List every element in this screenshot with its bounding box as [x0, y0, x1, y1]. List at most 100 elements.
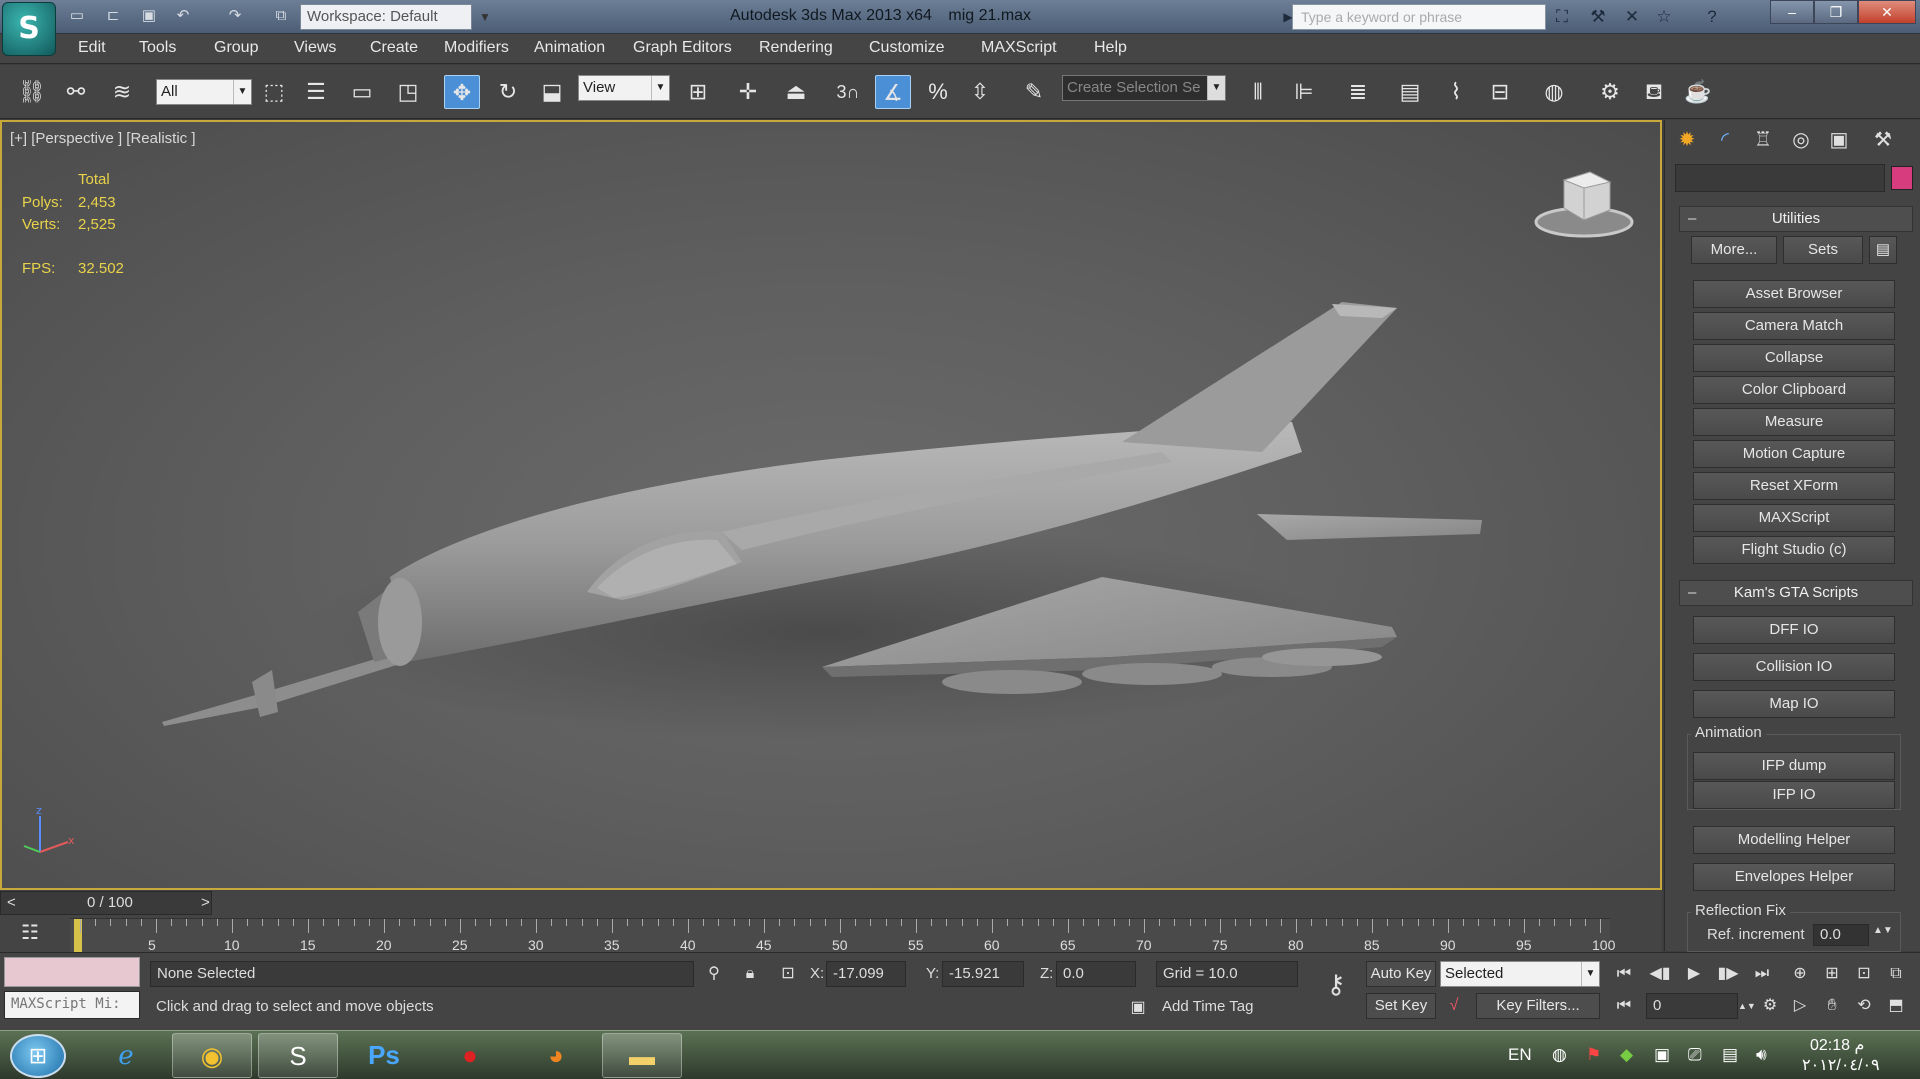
help-icon[interactable]: ? [1700, 6, 1724, 28]
unlink-icon[interactable]: ⚯ [58, 75, 94, 109]
internet-explorer-icon[interactable]: ℯ [86, 1033, 166, 1078]
previous-frame-icon[interactable]: ◀▮ [1646, 961, 1674, 987]
motion-capture-button[interactable]: Motion Capture [1693, 440, 1895, 468]
rendered-frame-window-icon[interactable]: ⛾ [1636, 75, 1672, 109]
menu-maxscript[interactable]: MAXScript [981, 39, 1057, 57]
time-slider-prev[interactable]: < [7, 894, 16, 911]
media-player-icon[interactable]: ● [430, 1033, 510, 1078]
camera-match-button[interactable]: Camera Match [1693, 312, 1895, 340]
select-and-move-icon[interactable]: ✥ [444, 75, 480, 109]
more-button[interactable]: More... [1691, 236, 1777, 264]
undo-icon[interactable]: ↶ [172, 6, 194, 26]
open-file-icon[interactable]: ⊏ [102, 6, 124, 26]
search-input[interactable]: Type a keyword or phrase [1292, 4, 1546, 30]
jet-fighter-model[interactable] [2, 122, 1660, 888]
frame-spinner-icon[interactable]: ▲▼ [1738, 993, 1756, 1019]
selection-filter-dropdown[interactable]: All ▼ [156, 79, 252, 105]
utilities-tab-icon[interactable]: ⚒ [1869, 126, 1897, 154]
dff-io-button[interactable]: DFF IO [1693, 616, 1895, 644]
minimize-button[interactable]: – [1770, 0, 1814, 24]
menu-help[interactable]: Help [1094, 39, 1127, 57]
chevron-down-icon[interactable]: ▼ [474, 4, 496, 30]
menu-animation[interactable]: Animation [534, 39, 605, 57]
zoom-extents-all-icon[interactable]: ⧉ [1882, 961, 1910, 987]
flight-studio-button[interactable]: Flight Studio (c) [1693, 536, 1895, 564]
object-color-swatch[interactable] [1891, 166, 1913, 190]
align-icon[interactable]: ⊫ [1286, 75, 1322, 109]
collapse-button[interactable]: Collapse [1693, 344, 1895, 372]
mirror-icon[interactable]: ⫴ [1240, 75, 1276, 109]
zoom-icon[interactable]: ⊕ [1786, 961, 1814, 987]
3ds-max-taskbar-icon[interactable]: S [258, 1033, 338, 1078]
key-icon[interactable]: ⚷ [1316, 971, 1356, 997]
save-file-icon[interactable]: ▣ [138, 6, 160, 26]
named-selection-dropdown[interactable]: Create Selection Se ▼ [1062, 75, 1226, 101]
display-tab-icon[interactable]: ▣ [1825, 126, 1853, 154]
menu-customize[interactable]: Customize [869, 39, 945, 57]
menu-views[interactable]: Views [294, 39, 336, 57]
nvidia-icon[interactable]: ◆ [1620, 1045, 1633, 1065]
photoshop-icon[interactable]: Ps [344, 1033, 424, 1078]
modelling-helper-button[interactable]: Modelling Helper [1693, 826, 1895, 854]
ref-increment-input[interactable]: 0.0 [1813, 924, 1869, 946]
menu-rendering[interactable]: Rendering [759, 39, 833, 57]
network-globe-icon[interactable]: ◍ [1552, 1045, 1567, 1065]
add-time-tag[interactable]: Add Time Tag [1156, 995, 1298, 1021]
workspace-dropdown[interactable]: Workspace: Default [300, 4, 472, 30]
curve-editor-icon[interactable]: ⌇ [1438, 75, 1474, 109]
rectangular-selection-icon[interactable]: ▭ [344, 75, 380, 109]
select-and-scale-icon[interactable]: ⬓ [534, 75, 570, 109]
key-mode-dropdown[interactable]: Selected ▼ [1440, 961, 1600, 987]
sets-button[interactable]: Sets [1783, 236, 1863, 264]
render-setup-icon[interactable]: ⚙ [1592, 75, 1628, 109]
pivot-center-icon[interactable]: ⊞ [680, 75, 716, 109]
open-mini-curve-editor-icon[interactable]: ☷ [12, 918, 48, 948]
motion-tab-icon[interactable]: ◎ [1787, 126, 1815, 154]
favorites-star-icon[interactable]: ☆ [1652, 6, 1676, 28]
keyboard-shortcut-override-icon[interactable]: ⏏ [778, 75, 814, 109]
file-explorer-icon[interactable]: ▬ [602, 1033, 682, 1078]
time-configuration-icon[interactable]: ⚙ [1756, 993, 1784, 1019]
menu-tools[interactable]: Tools [139, 39, 176, 57]
play-icon[interactable]: ▶ [1680, 961, 1708, 987]
manipulate-icon[interactable]: ✛ [730, 75, 766, 109]
menu-group[interactable]: Group [214, 39, 258, 57]
maxscript-button[interactable]: MAXScript [1693, 504, 1895, 532]
link-icon[interactable]: ⛓ [14, 75, 50, 109]
schematic-view-icon[interactable]: ⊟ [1482, 75, 1518, 109]
measure-button[interactable]: Measure [1693, 408, 1895, 436]
zoom-extents-icon[interactable]: ⊡ [1850, 961, 1878, 987]
redo-icon[interactable]: ↷ [224, 6, 246, 26]
select-by-name-icon[interactable]: ☰ [298, 75, 334, 109]
percent-snap-icon[interactable]: % [920, 75, 956, 109]
volume-icon[interactable]: 🔊︎ [1756, 1045, 1767, 1065]
action-center-flag-icon[interactable]: ⚑ [1586, 1045, 1601, 1065]
field-of-view-icon[interactable]: ▷ [1786, 993, 1814, 1019]
menu-edit[interactable]: Edit [78, 39, 106, 57]
key-filters-button[interactable]: Key Filters... [1476, 993, 1600, 1019]
bind-space-warp-icon[interactable]: ≋ [104, 75, 140, 109]
chrome-icon[interactable]: ◉ [172, 1033, 252, 1078]
gta-scripts-rollout-header[interactable]: – Kam's GTA Scripts [1679, 580, 1913, 606]
render-production-icon[interactable]: ☕ [1680, 75, 1716, 109]
set-key-button[interactable]: Set Key [1366, 993, 1436, 1019]
maxscript-listener-mini[interactable] [4, 957, 140, 987]
graphite-ribbon-icon[interactable]: ▤ [1392, 75, 1428, 109]
create-tab-icon[interactable]: ✹ [1673, 126, 1701, 154]
x-coordinate-input[interactable]: -17.099 [826, 961, 906, 987]
key-tangent-icon[interactable]: √ [1440, 993, 1468, 1019]
clock-time[interactable]: 02:18 م [1810, 1035, 1864, 1055]
spinner-icon[interactable]: ▲▼ [1873, 925, 1893, 936]
configure-sets-icon[interactable]: ▤ [1869, 236, 1897, 264]
go-to-end-icon[interactable]: ⏭ [1748, 961, 1776, 987]
current-frame-input[interactable]: 0 [1646, 993, 1738, 1019]
maxscript-mini-listener-input[interactable]: MAXScript Mi: [4, 991, 140, 1019]
collision-io-button[interactable]: Collision IO [1693, 653, 1895, 681]
modify-tab-icon[interactable]: ◜ [1711, 126, 1739, 154]
envelopes-helper-button[interactable]: Envelopes Helper [1693, 863, 1895, 891]
ifp-dump-button[interactable]: IFP dump [1693, 752, 1895, 780]
selection-lock-icon[interactable]: 🔒︎ [736, 961, 764, 987]
color-clipboard-button[interactable]: Color Clipboard [1693, 376, 1895, 404]
time-tag-icon[interactable]: ▣ [1124, 995, 1152, 1021]
clock-date[interactable]: ٢٠١٢/٠٤/٠٩ [1802, 1055, 1880, 1075]
